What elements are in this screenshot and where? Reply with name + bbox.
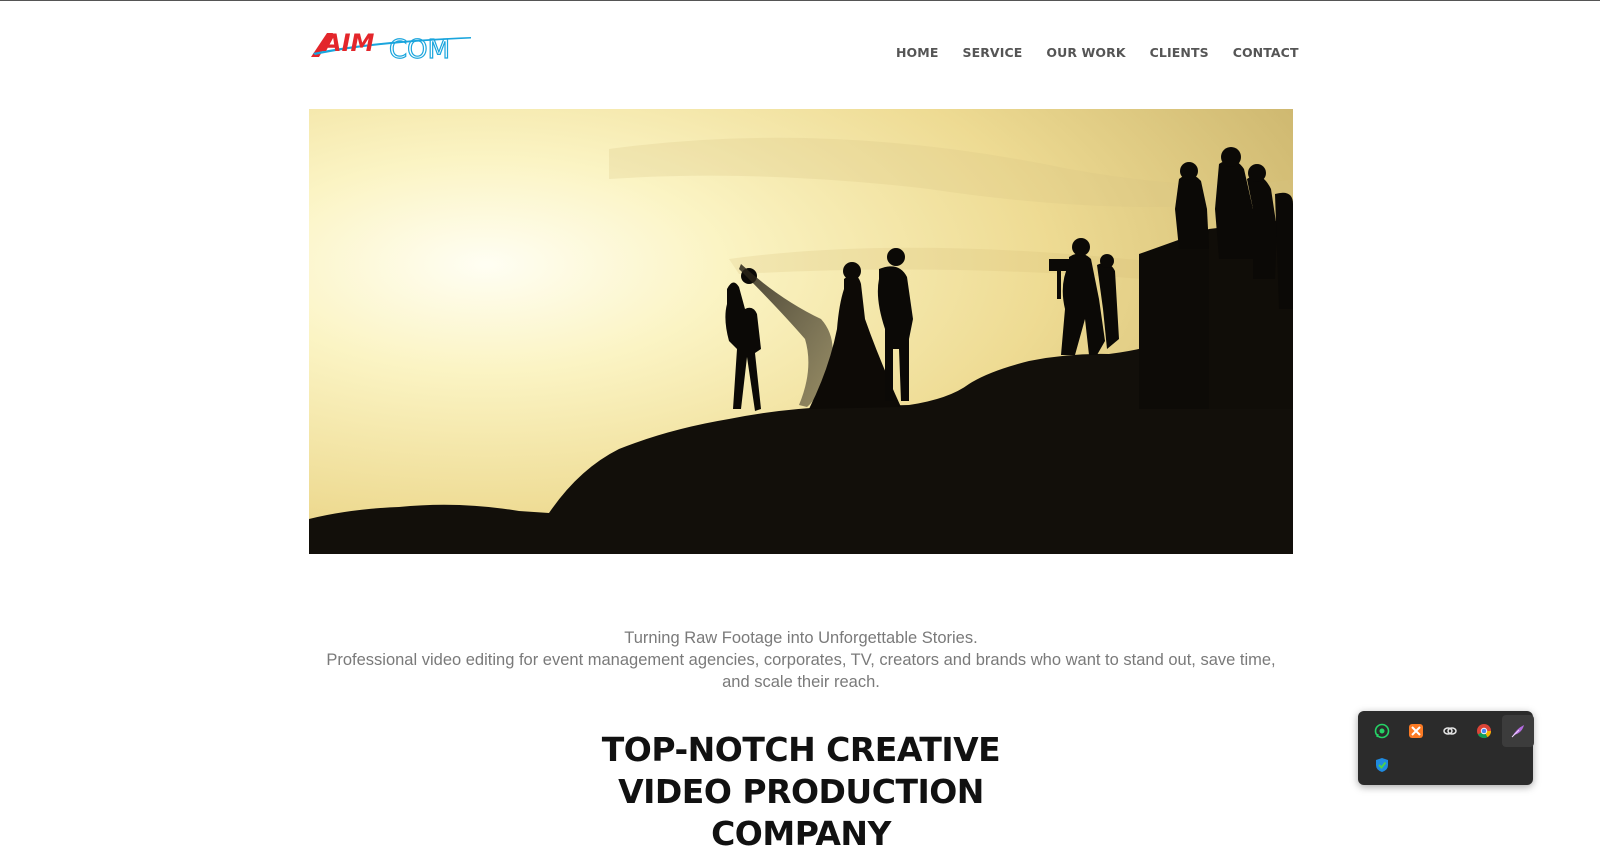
xampp-icon[interactable] xyxy=(1400,715,1432,747)
chrome-icon[interactable] xyxy=(1468,715,1500,747)
nav-our-work[interactable]: OUR WORK xyxy=(1046,45,1125,60)
nav-contact[interactable]: CONTACT xyxy=(1233,45,1299,60)
logo-text-aim: AIM xyxy=(321,29,375,57)
hero-image xyxy=(309,109,1293,554)
copilot-icon[interactable] xyxy=(1434,715,1466,747)
nav-clients[interactable]: CLIENTS xyxy=(1150,45,1209,60)
feather-icon[interactable] xyxy=(1502,715,1534,747)
system-tray-overflow xyxy=(1358,711,1534,785)
intro-tagline: Turning Raw Footage into Unforgettable S… xyxy=(624,629,978,647)
logo-text-com: COM xyxy=(389,35,450,63)
nav-service[interactable]: SERVICE xyxy=(962,45,1022,60)
site-logo[interactable]: AIM COM xyxy=(309,27,479,66)
nav-home[interactable]: HOME xyxy=(896,45,938,60)
whatsapp-icon[interactable] xyxy=(1366,715,1398,747)
intro-text: Turning Raw Footage into Unforgettable S… xyxy=(309,627,1293,693)
windows-security-icon[interactable] xyxy=(1366,749,1398,781)
section-headline: TOP-NOTCH CREATIVE VIDEO PRODUCTION COMP… xyxy=(601,730,1001,853)
intro-description: Professional video editing for event man… xyxy=(326,651,1276,691)
main-nav: HOME SERVICE OUR WORK CLIENTS CONTACT xyxy=(896,45,1323,60)
